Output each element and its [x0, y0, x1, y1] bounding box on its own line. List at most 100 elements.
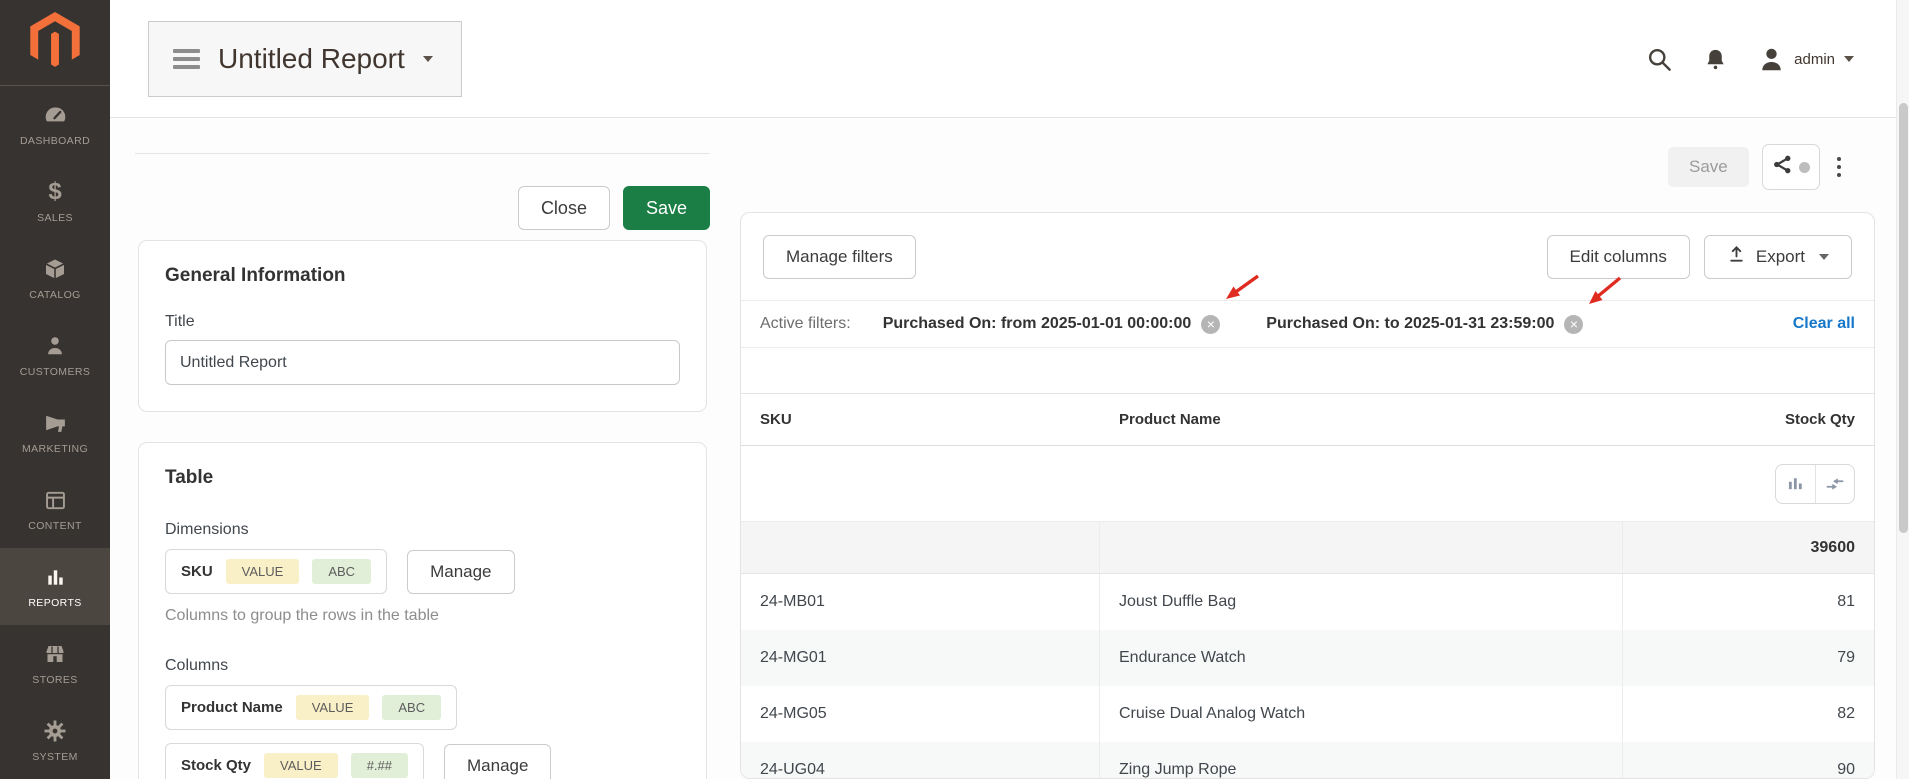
manage-filters-button[interactable]: Manage filters: [763, 235, 916, 279]
sidebar-item-label: CATALOG: [29, 289, 80, 301]
report-toolbar: Save: [1668, 144, 1845, 190]
qty-cell: 81: [1623, 574, 1874, 630]
dimension-chip-sku[interactable]: SKU VALUE ABC: [165, 549, 387, 594]
column-header-stock-qty[interactable]: Stock Qty: [1623, 394, 1874, 445]
user-menu[interactable]: admin: [1758, 46, 1854, 73]
sidebar-item-system[interactable]: SYSTEM: [0, 702, 110, 779]
active-filters-row: Active filters: Purchased On: from 2025-…: [741, 301, 1874, 348]
active-filters-label: Active filters:: [760, 315, 851, 333]
form-actions: Close Save: [135, 186, 710, 230]
user-name: admin: [1794, 51, 1835, 68]
chevron-down-icon: [423, 56, 433, 62]
system-icon: [43, 718, 67, 744]
product-cell: Cruise Dual Analog Watch: [1100, 686, 1623, 742]
column-header-sku[interactable]: SKU: [741, 394, 1100, 445]
sidebar-item-catalog[interactable]: CATALOG: [0, 240, 110, 317]
table-row: 24-MG05 Cruise Dual Analog Watch 82: [741, 686, 1874, 742]
close-button[interactable]: Close: [518, 186, 610, 230]
chip-name: Stock Qty: [181, 757, 251, 774]
sku-cell: 24-MG05: [741, 686, 1100, 742]
user-avatar-icon: [1758, 46, 1785, 73]
qty-cell: 90: [1623, 742, 1874, 779]
save-button[interactable]: Save: [623, 186, 710, 230]
sidebar-item-label: STORES: [32, 674, 77, 686]
search-icon[interactable]: [1646, 46, 1673, 73]
sidebar-item-reports[interactable]: REPORTS: [0, 548, 110, 625]
remove-filter-icon[interactable]: [1201, 315, 1220, 334]
column-chip-stock-qty[interactable]: Stock Qty VALUE #.##: [165, 743, 424, 779]
header: Untitled Report admin: [110, 0, 1909, 118]
save-report-button-disabled[interactable]: Save: [1668, 147, 1749, 187]
columns-label: Columns: [165, 657, 680, 675]
sku-cell: 24-UG04: [741, 742, 1100, 779]
sidebar-item-marketing[interactable]: MARKETING: [0, 394, 110, 471]
totals-product-cell: [1100, 522, 1623, 573]
stores-icon: [43, 641, 67, 667]
value-badge: VALUE: [296, 695, 370, 720]
clear-all-link[interactable]: Clear all: [1793, 315, 1855, 333]
sidebar-item-label: CONTENT: [28, 520, 82, 532]
kebab-menu-icon[interactable]: [1833, 151, 1846, 184]
chip-name: SKU: [181, 563, 213, 580]
reports-icon: [44, 564, 67, 590]
scrollbar-thumb[interactable]: [1899, 103, 1908, 533]
sku-cell: 24-MG01: [741, 630, 1100, 686]
manage-columns-button[interactable]: Manage: [444, 744, 551, 779]
page-title: Untitled Report: [218, 43, 405, 75]
value-badge: VALUE: [226, 559, 300, 584]
sidebar-item-label: REPORTS: [28, 597, 81, 609]
content-icon: [44, 487, 67, 513]
sidebar-item-customers[interactable]: CUSTOMERS: [0, 317, 110, 394]
share-button[interactable]: [1762, 144, 1820, 190]
sidebar-item-label: SALES: [37, 212, 73, 224]
notifications-icon[interactable]: [1703, 47, 1728, 72]
remove-filter-icon[interactable]: [1564, 315, 1583, 334]
product-cell: Zing Jump Rope: [1100, 742, 1623, 779]
magento-logo[interactable]: [0, 0, 110, 86]
edit-columns-button[interactable]: Edit columns: [1547, 235, 1690, 279]
divider: [135, 153, 710, 154]
totals-sku-cell: [741, 522, 1100, 573]
chevron-down-icon: [1819, 254, 1829, 260]
status-dot: [1799, 162, 1810, 173]
table-row: 24-MB01 Joust Duffle Bag 81: [741, 574, 1874, 630]
sidebar-item-content[interactable]: CONTENT: [0, 471, 110, 548]
general-information-panel: General Information Title: [138, 240, 707, 412]
columns-row-stock-qty: Stock Qty VALUE #.## Manage: [165, 743, 680, 779]
share-icon: [1771, 153, 1794, 181]
qty-cell: 79: [1623, 630, 1874, 686]
column-chip-product-name[interactable]: Product Name VALUE ABC: [165, 685, 457, 730]
product-cell: Endurance Watch: [1100, 630, 1623, 686]
title-input[interactable]: [165, 340, 680, 385]
product-cell: Joust Duffle Bag: [1100, 574, 1623, 630]
chevron-down-icon: [1844, 56, 1854, 62]
filter-text: Purchased On: to 2025-01-31 23:59:00: [1266, 315, 1554, 333]
sidebar-item-label: MARKETING: [22, 443, 88, 455]
table-settings-panel: Table Dimensions SKU VALUE ABC Manage Co…: [138, 442, 707, 779]
export-button[interactable]: Export: [1704, 235, 1852, 279]
value-badge: VALUE: [264, 753, 338, 778]
panel-heading: General Information: [165, 265, 680, 287]
grid-toolbar-right: Edit columns Export: [1547, 235, 1852, 279]
vertical-scrollbar: [1896, 0, 1909, 779]
filter-item: Purchased On: from 2025-01-01 00:00:00: [883, 315, 1221, 334]
grid-toolbar: Manage filters Edit columns Export: [741, 213, 1874, 301]
totals-row: 39600: [741, 522, 1874, 574]
report-grid-panel: Manage filters Edit columns Export Activ…: [740, 212, 1875, 779]
sidebar-item-sales[interactable]: SALES: [0, 163, 110, 240]
column-view-toggle-group: [1775, 464, 1855, 504]
report-title-menu[interactable]: Untitled Report: [148, 21, 462, 97]
bar-chart-icon[interactable]: [1776, 465, 1815, 503]
dimensions-help-text: Columns to group the rows in the table: [165, 607, 680, 625]
filter-text: Purchased On: from 2025-01-01 00:00:00: [883, 315, 1192, 333]
totals-qty-cell: 39600: [1623, 522, 1874, 573]
collapse-columns-icon[interactable]: [1815, 465, 1854, 503]
table-row: 24-MG01 Endurance Watch 79: [741, 630, 1874, 686]
column-header-product-name[interactable]: Product Name: [1100, 394, 1623, 445]
manage-dimensions-button[interactable]: Manage: [407, 550, 514, 594]
title-field-label: Title: [165, 313, 680, 331]
sidebar-item-stores[interactable]: STORES: [0, 625, 110, 702]
sidebar-item-dashboard[interactable]: DASHBOARD: [0, 86, 110, 163]
marketing-icon: [43, 410, 68, 436]
abc-badge: ABC: [382, 695, 441, 720]
